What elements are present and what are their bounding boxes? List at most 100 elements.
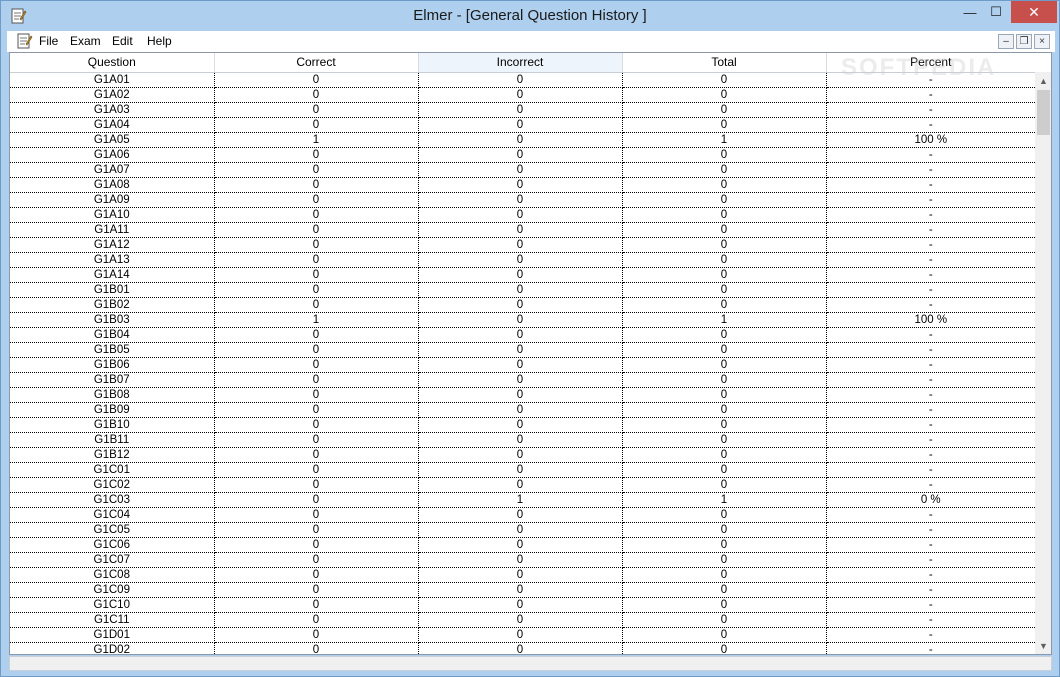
cell-correct: 0 [214,267,419,283]
table-row[interactable]: G1A09 0 0 0- [10,192,1035,208]
cell-total: 0 [622,147,827,163]
cell-percent: - [826,387,1035,403]
mdi-close-button[interactable]: × [1034,34,1050,49]
title-bar[interactable]: Elmer - [General Question History ] — ☐ … [1,1,1059,31]
column-header-question[interactable]: Question [10,53,215,73]
mdi-restore-button[interactable]: ❐ [1016,34,1032,49]
cell-total: 0 [622,372,827,388]
cell-question: G1C09 [10,582,215,598]
table-row[interactable]: G1B10 0 0 0- [10,417,1035,433]
table-row[interactable]: G1C07 0 0 0- [10,552,1035,568]
cell-total: 0 [622,582,827,598]
table-row[interactable]: G1B03 1 0 1 100 % [10,312,1035,328]
table-row[interactable]: G1B02 0 0 0- [10,297,1035,313]
table-row[interactable]: G1A06 0 0 0- [10,147,1035,163]
table-row[interactable]: G1C02 0 0 0- [10,477,1035,493]
table-row[interactable]: G1A13 0 0 0- [10,252,1035,268]
table-row[interactable]: G1A01 0 0 0- [10,72,1035,88]
cell-total: 0 [622,432,827,448]
column-header-correct[interactable]: Correct [214,53,419,73]
scroll-thumb[interactable] [1037,90,1050,135]
menu-edit[interactable]: Edit [112,34,133,48]
cell-question: G1C07 [10,552,215,568]
cell-percent: - [826,147,1035,163]
cell-incorrect: 0 [418,282,623,298]
cell-percent: - [826,597,1035,613]
table-row[interactable]: G1C01 0 0 0- [10,462,1035,478]
cell-question: G1C06 [10,537,215,553]
table-row[interactable]: G1B12 0 0 0- [10,447,1035,463]
cell-question: G1C04 [10,507,215,523]
mdi-minimize-button[interactable]: – [998,34,1014,49]
table-row[interactable]: G1A08 0 0 0- [10,177,1035,193]
table-row[interactable]: G1A02 0 0 0- [10,87,1035,103]
cell-incorrect: 0 [418,147,623,163]
table-row[interactable]: G1B05 0 0 0- [10,342,1035,358]
cell-total: 0 [622,237,827,253]
table-row[interactable]: G1A04 0 0 0- [10,117,1035,133]
table-row[interactable]: G1C06 0 0 0- [10,537,1035,553]
cell-percent: - [826,222,1035,238]
maximize-button[interactable]: ☐ [983,1,1009,23]
cell-correct: 0 [214,552,419,568]
cell-total: 0 [622,357,827,373]
table-row[interactable]: G1C04 0 0 0- [10,507,1035,523]
scroll-up-arrow-icon[interactable]: ▲ [1035,72,1051,89]
table-row[interactable]: G1A07 0 0 0- [10,162,1035,178]
document-icon[interactable] [15,32,33,50]
table-row[interactable]: G1C11 0 0 0- [10,612,1035,628]
column-header-total[interactable]: Total [622,53,827,73]
cell-percent: - [826,522,1035,538]
table-row[interactable]: G1B01 0 0 0- [10,282,1035,298]
minimize-button[interactable]: — [957,1,983,23]
cell-question: G1A05 [10,132,215,148]
table-row[interactable]: G1C09 0 0 0- [10,582,1035,598]
vertical-scrollbar[interactable]: ▲ ▼ [1035,72,1051,654]
cell-percent: - [826,477,1035,493]
table-row[interactable]: G1A05 1 0 1 100 % [10,132,1035,148]
table-row[interactable]: G1A03 0 0 0- [10,102,1035,118]
cell-incorrect: 0 [418,612,623,628]
table-row[interactable]: G1C08 0 0 0- [10,567,1035,583]
cell-correct: 0 [214,192,419,208]
close-button[interactable]: ✕ [1011,1,1057,23]
menu-help[interactable]: Help [147,34,172,48]
menu-file[interactable]: File [39,34,58,48]
cell-total: 0 [622,192,827,208]
cell-question: G1A01 [10,72,215,88]
cell-total: 0 [622,177,827,193]
table-row[interactable]: G1B11 0 0 0- [10,432,1035,448]
table-row[interactable]: G1D02 0 0 0- [10,642,1035,654]
cell-total: 0 [622,447,827,463]
table-row[interactable]: G1A11 0 0 0- [10,222,1035,238]
table-row[interactable]: G1A10 0 0 0- [10,207,1035,223]
table-row[interactable]: G1B06 0 0 0- [10,357,1035,373]
cell-total: 0 [622,267,827,283]
cell-question: G1B08 [10,387,215,403]
menu-exam[interactable]: Exam [70,34,101,48]
table-row[interactable]: G1A12 0 0 0- [10,237,1035,253]
cell-incorrect: 0 [418,162,623,178]
table-row[interactable]: G1B04 0 0 0- [10,327,1035,343]
table-row[interactable]: G1B07 0 0 0- [10,372,1035,388]
cell-incorrect: 0 [418,567,623,583]
cell-incorrect: 0 [418,207,623,223]
table-row[interactable]: G1D01 0 0 0- [10,627,1035,643]
cell-percent: - [826,282,1035,298]
scroll-down-arrow-icon[interactable]: ▼ [1035,637,1051,654]
table-row[interactable]: G1B09 0 0 0- [10,402,1035,418]
column-header-percent[interactable]: Percent [826,53,1035,73]
table-row[interactable]: G1C03 0 1 1 0 % [10,492,1035,508]
cell-total: 1 [622,312,827,328]
cell-total: 0 [622,612,827,628]
cell-question: G1C02 [10,477,215,493]
cell-percent: - [826,372,1035,388]
table-row[interactable]: G1A14 0 0 0- [10,267,1035,283]
cell-question: G1B01 [10,282,215,298]
cell-question: G1D01 [10,627,215,643]
table-row[interactable]: G1B08 0 0 0- [10,387,1035,403]
table-row[interactable]: G1C10 0 0 0- [10,597,1035,613]
cell-incorrect: 0 [418,357,623,373]
table-row[interactable]: G1C05 0 0 0- [10,522,1035,538]
column-header-incorrect[interactable]: Incorrect [418,53,623,73]
